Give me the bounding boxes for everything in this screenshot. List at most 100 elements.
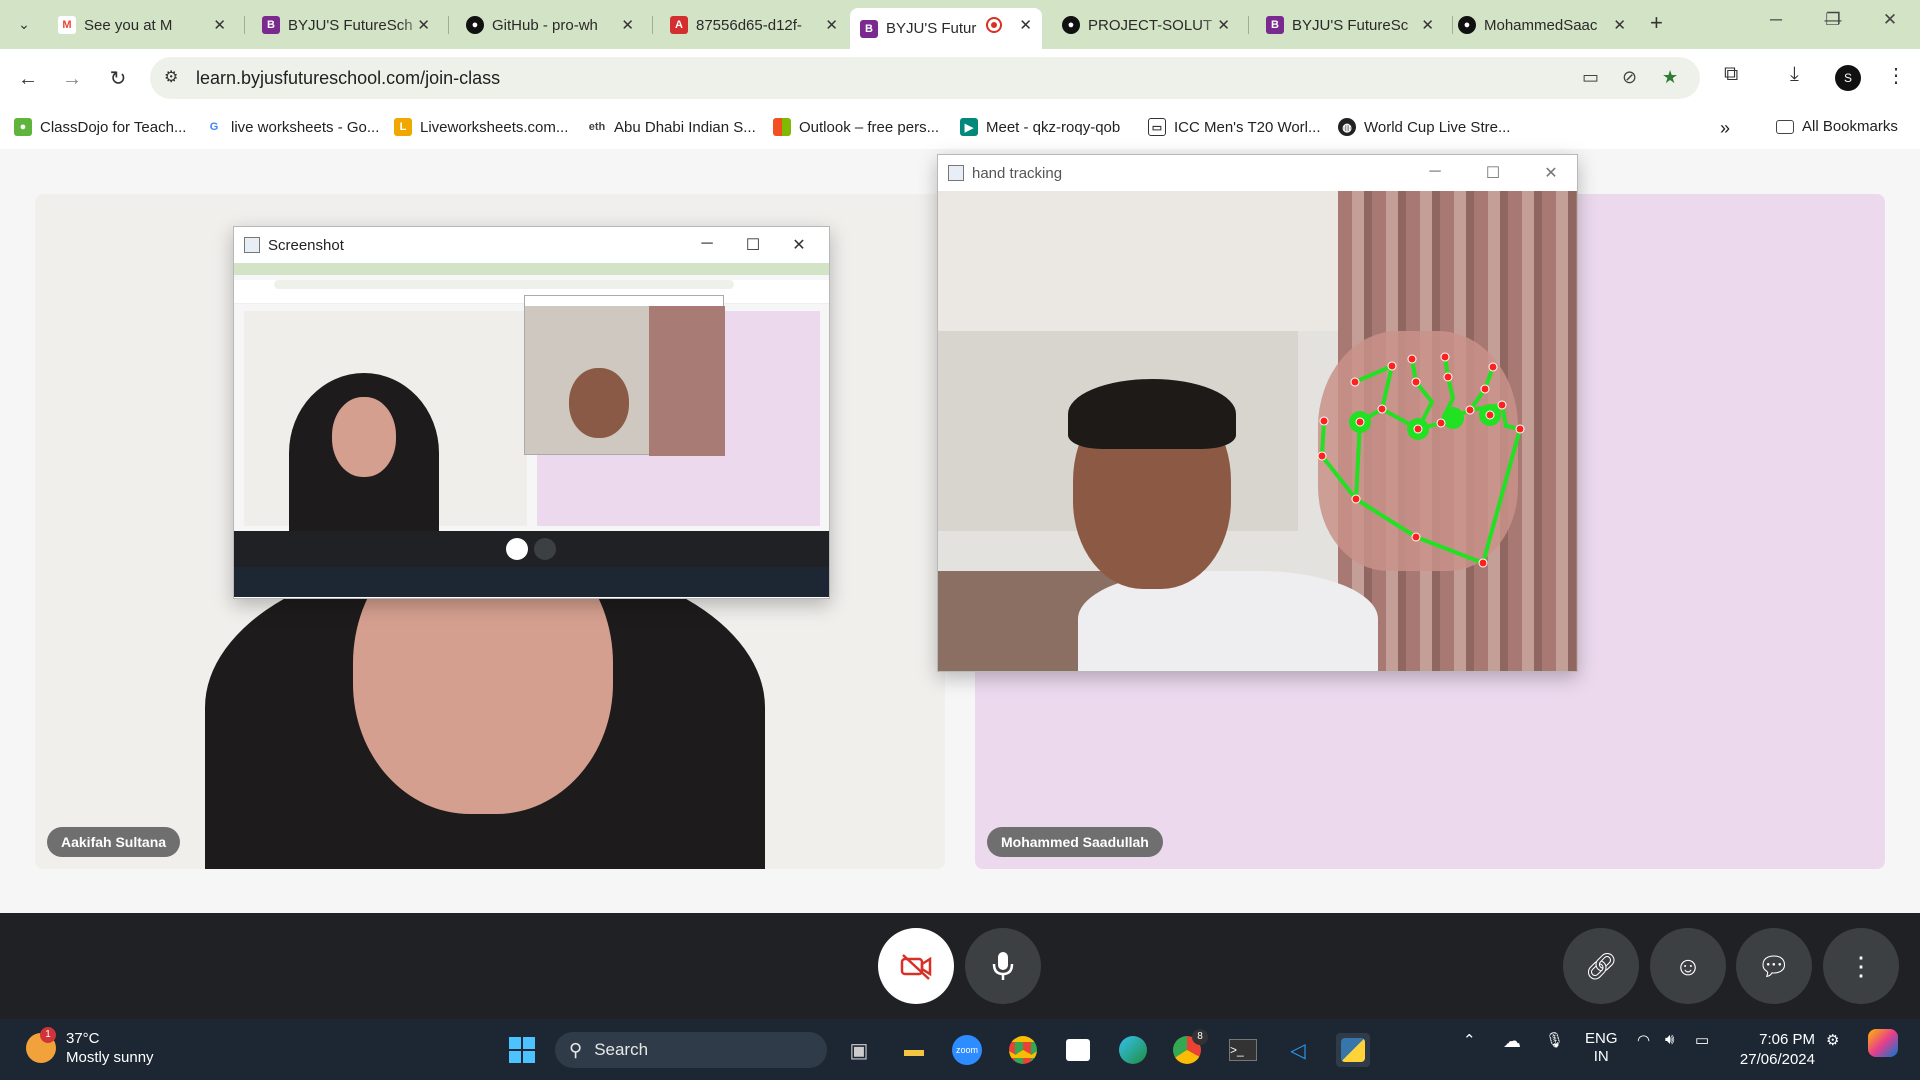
bookmarks-bar: ● ClassDojo for Teach... Glive worksheets… xyxy=(0,109,1920,149)
task-view-icon[interactable]: ▣ xyxy=(842,1033,876,1067)
windows-start-icon[interactable] xyxy=(505,1033,539,1067)
close-window-icon[interactable]: ✕ xyxy=(1870,10,1910,30)
wifi-icon[interactable]: ◠ xyxy=(1637,1031,1650,1049)
close-tab-icon[interactable]: ✕ xyxy=(213,16,226,34)
tab-search-chevron-icon[interactable]: ⌄ xyxy=(10,12,38,36)
weather-desc: Mostly sunny xyxy=(66,1049,154,1066)
tab-byjus-active[interactable]: B BYJU'S Futur ✕ xyxy=(850,8,1042,49)
camera-off-button[interactable] xyxy=(878,928,954,1004)
tab-strip: ⌄ M See you at M ✕ B BYJU'S FutureSch ✕ … xyxy=(0,0,1920,49)
window-titlebar[interactable]: Screenshot ─ ☐ ✕ xyxy=(234,227,829,263)
github-icon: ● xyxy=(1062,16,1080,34)
profile-avatar[interactable]: S xyxy=(1835,65,1861,91)
tab-separator xyxy=(244,16,245,34)
extensions-icon[interactable]: ⧉ xyxy=(1724,63,1738,86)
tab-github-3[interactable]: ● MohammedSaac ✕ xyxy=(1448,8,1636,42)
minimize-window-icon[interactable]: ─ xyxy=(1756,10,1796,30)
tab-github-2[interactable]: ● PROJECT-SOLUT ✕ xyxy=(1052,8,1240,42)
close-tab-icon[interactable]: ✕ xyxy=(825,16,838,34)
tab-gmail[interactable]: M See you at M ✕ xyxy=(48,8,236,42)
clock[interactable]: 7:06 PM 27/06/2024 xyxy=(1700,1030,1815,1070)
byjus-icon: B xyxy=(1266,16,1284,34)
folder-icon xyxy=(1776,119,1794,134)
close-tab-icon[interactable]: ✕ xyxy=(1421,16,1434,34)
window-titlebar[interactable]: hand tracking ─ ☐ ✕ xyxy=(938,155,1577,191)
chat-button[interactable]: 💬︎ xyxy=(1736,928,1812,1004)
bookmark-item[interactable]: Glive worksheets - Go... xyxy=(205,118,379,136)
eye-off-icon[interactable]: ⊘ xyxy=(1622,67,1637,88)
menu-kebab-icon[interactable]: ⋮ xyxy=(1886,63,1906,88)
reactions-button[interactable]: ☺ xyxy=(1650,928,1726,1004)
forward-icon[interactable]: → xyxy=(58,65,86,93)
bookmark-item[interactable]: Outlook – free pers... xyxy=(773,118,939,136)
byjus-icon: B xyxy=(262,16,280,34)
tab-title: BYJU'S FutureSch xyxy=(288,16,413,34)
more-vert-icon: ⋮ xyxy=(1848,950,1874,981)
microphone-button[interactable] xyxy=(965,928,1041,1004)
settings-gear-icon[interactable]: ⚙ xyxy=(1826,1031,1839,1049)
liveworksheets-icon: L xyxy=(394,118,412,136)
chrome-icon[interactable] xyxy=(1006,1033,1040,1067)
bookmark-item[interactable]: eth Abu Dhabi Indian S... xyxy=(588,118,756,136)
store-icon[interactable] xyxy=(1061,1033,1095,1067)
reload-icon[interactable]: ↻ xyxy=(104,65,132,93)
camera-in-use-icon[interactable]: ▭ xyxy=(1582,67,1599,88)
share-link-button[interactable]: 🔗︎ xyxy=(1563,928,1639,1004)
maximize-icon[interactable]: ☐ xyxy=(738,235,768,255)
tab-github-1[interactable]: ● GitHub - pro-wh ✕ xyxy=(456,8,644,42)
bookmark-star-icon[interactable]: ★ xyxy=(1662,67,1678,88)
bookmark-item[interactable]: ◍ World Cup Live Stre... xyxy=(1338,118,1510,136)
chrome-profile-icon[interactable]: 8 xyxy=(1170,1029,1208,1067)
more-options-button[interactable]: ⋮ xyxy=(1823,928,1899,1004)
zoom-icon[interactable]: zoom xyxy=(950,1033,984,1067)
volume-icon[interactable]: 🔊︎ xyxy=(1665,1031,1674,1048)
tab-byjus-3[interactable]: B BYJU'S FutureSc ✕ xyxy=(1256,8,1444,42)
all-bookmarks[interactable]: All Bookmarks xyxy=(1776,118,1898,135)
window-title: hand tracking xyxy=(972,164,1063,182)
minimize-icon[interactable]: ─ xyxy=(692,235,722,253)
file-explorer-icon[interactable]: ▬ xyxy=(897,1033,931,1067)
minimize-icon[interactable]: ─ xyxy=(1420,163,1450,181)
vscode-icon[interactable]: ◁ xyxy=(1281,1033,1315,1067)
screenshot-window[interactable]: Screenshot ─ ☐ ✕ xyxy=(233,226,830,599)
site-info-icon[interactable]: ⚙ xyxy=(164,67,178,87)
hand-tracking-window[interactable]: hand tracking ─ ☐ ✕ xyxy=(937,154,1578,672)
bookmark-item[interactable]: L Liveworksheets.com... xyxy=(394,118,568,136)
bookmark-item[interactable]: ▭ ICC Men's T20 Worl... xyxy=(1148,118,1321,136)
bookmark-item[interactable]: ▶ Meet - qkz-roqy-qob xyxy=(960,118,1120,136)
downloads-icon[interactable]: ⤓ xyxy=(1790,63,1799,86)
terminal-icon[interactable]: >_ xyxy=(1226,1033,1260,1067)
restore-window-icon[interactable]: ❐ xyxy=(1813,10,1853,30)
close-icon[interactable]: ✕ xyxy=(784,235,814,255)
language-indicator[interactable]: ENG IN xyxy=(1585,1030,1618,1066)
chrome-badge: 8 xyxy=(1192,1029,1208,1045)
maximize-icon[interactable]: ☐ xyxy=(1478,163,1508,183)
python-icon[interactable] xyxy=(1336,1033,1370,1067)
meeting-controls-bar: 🔗︎ ☺ 💬︎ ⋮ xyxy=(0,913,1920,1019)
copilot-icon[interactable] xyxy=(1868,1029,1898,1061)
edge-icon[interactable] xyxy=(1116,1033,1150,1067)
weather-widget[interactable]: 1 37°C Mostly sunny xyxy=(26,1027,154,1067)
mic-tray-icon[interactable]: 🎙︎ xyxy=(1545,1031,1564,1049)
tab-title: 87556d65-d12f- xyxy=(696,16,802,34)
address-bar[interactable]: ⚙ learn.byjusfutureschool.com/join-class… xyxy=(150,57,1700,99)
taskbar-search[interactable]: ⚲ Search xyxy=(555,1032,827,1068)
back-icon[interactable]: ← xyxy=(14,65,42,93)
close-icon[interactable]: ✕ xyxy=(1536,163,1566,183)
close-tab-icon[interactable]: ✕ xyxy=(417,16,430,34)
close-tab-icon[interactable]: ✕ xyxy=(1217,16,1230,34)
tab-pdf[interactable]: A 87556d65-d12f- ✕ xyxy=(660,8,848,42)
close-tab-icon[interactable]: ✕ xyxy=(1019,16,1032,34)
url-text[interactable]: learn.byjusfutureschool.com/join-class xyxy=(196,68,500,89)
more-bookmarks-icon[interactable]: » xyxy=(1720,118,1730,139)
close-tab-icon[interactable]: ✕ xyxy=(621,16,634,34)
tab-separator xyxy=(1248,16,1249,34)
new-tab-icon[interactable]: + xyxy=(1650,10,1663,36)
show-hidden-icons-icon[interactable]: ⌃ xyxy=(1463,1031,1476,1049)
onedrive-icon[interactable]: ☁ xyxy=(1503,1031,1521,1052)
close-tab-icon[interactable]: ✕ xyxy=(1613,16,1626,34)
screenshot-image xyxy=(234,263,829,597)
tab-byjus-1[interactable]: B BYJU'S FutureSch ✕ xyxy=(252,8,440,42)
bookmark-item[interactable]: ● ClassDojo for Teach... xyxy=(14,118,186,136)
tv-icon: ▭ xyxy=(1148,118,1166,136)
